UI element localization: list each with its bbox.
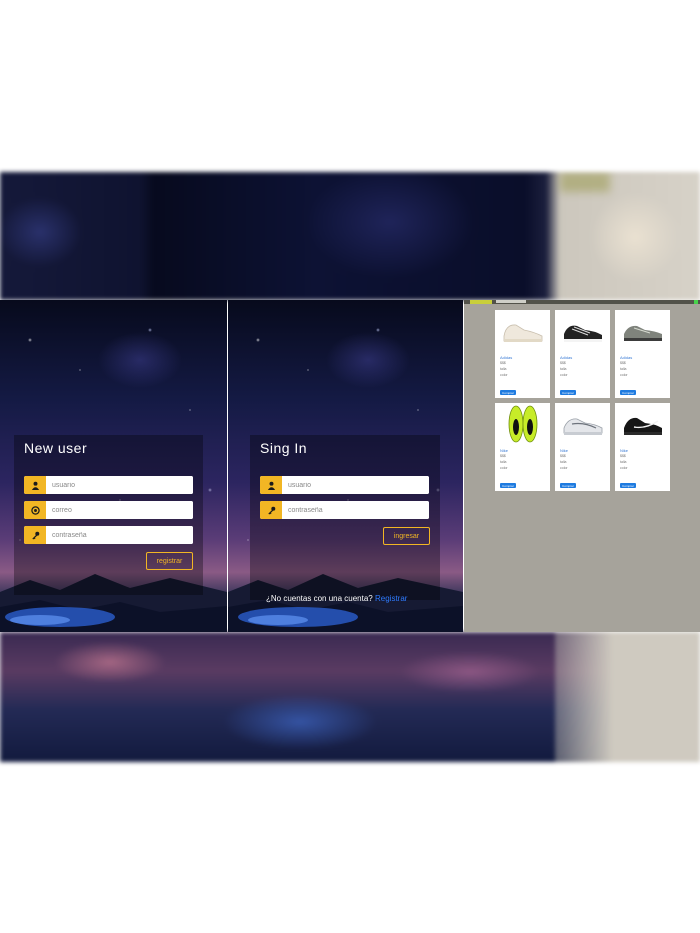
black-nike-sneaker-icon[interactable] bbox=[615, 403, 670, 445]
register-password-field bbox=[24, 526, 193, 544]
register-form: New user registrar bbox=[14, 435, 203, 595]
register-email-field bbox=[24, 501, 193, 519]
product-name[interactable]: Nike bbox=[620, 448, 670, 453]
login-panel: Sing In ingresar ¿No cuentas con una cue… bbox=[228, 300, 463, 632]
register-prompt-text: ¿No cuentas con una cuenta? bbox=[266, 594, 373, 603]
product-card: Adidas $$$ talla color Comprar bbox=[495, 310, 550, 398]
status-indicator bbox=[694, 300, 698, 304]
login-user-input[interactable] bbox=[282, 476, 429, 494]
register-email-input[interactable] bbox=[46, 501, 193, 519]
user-icon bbox=[24, 476, 46, 494]
product-price: $$$ bbox=[620, 361, 626, 365]
blurred-background-bottom bbox=[0, 632, 700, 762]
register-link[interactable]: Registrar bbox=[375, 594, 407, 603]
login-password-field bbox=[260, 501, 429, 519]
black-sneaker-icon[interactable] bbox=[555, 310, 610, 352]
register-prompt: ¿No cuentas con una cuenta? Registrar bbox=[266, 594, 407, 603]
product-card: Nike $$$ talla color Comprar bbox=[555, 403, 610, 491]
shop-panel: Adidas $$$ talla color Comprar Adidas $$… bbox=[464, 300, 700, 632]
product-name[interactable]: Nike bbox=[560, 448, 610, 453]
product-price: $$$ bbox=[500, 454, 506, 458]
product-size: talla bbox=[500, 460, 507, 464]
buy-button[interactable]: Comprar bbox=[500, 483, 516, 488]
blur-beige-area bbox=[555, 632, 700, 762]
shop-logo[interactable] bbox=[470, 300, 492, 304]
product-card: Adidas $$$ talla color Comprar bbox=[555, 310, 610, 398]
product-grid: Adidas $$$ talla color Comprar Adidas $$… bbox=[495, 310, 671, 491]
register-button[interactable]: registrar bbox=[146, 552, 193, 570]
product-price: $$$ bbox=[500, 361, 506, 365]
buy-button[interactable]: Comprar bbox=[620, 483, 636, 488]
product-size: talla bbox=[560, 367, 567, 371]
key-icon bbox=[260, 501, 282, 519]
shop-navbar bbox=[464, 300, 700, 304]
product-color: color bbox=[620, 466, 628, 470]
product-card: Nike $$$ talla color Comprar bbox=[615, 403, 670, 491]
product-color: color bbox=[560, 466, 568, 470]
product-name[interactable]: Adidas bbox=[620, 355, 670, 360]
blur-highlight bbox=[590, 192, 680, 282]
product-price: $$$ bbox=[560, 454, 566, 458]
register-password-input[interactable] bbox=[46, 526, 193, 544]
blur-accent bbox=[560, 172, 610, 192]
product-color: color bbox=[500, 373, 508, 377]
product-name[interactable]: Adidas bbox=[560, 355, 610, 360]
login-form: Sing In ingresar bbox=[250, 435, 440, 600]
product-color: color bbox=[560, 373, 568, 377]
register-panel: New user registrar bbox=[0, 300, 227, 632]
volt-sneakers-icon[interactable] bbox=[495, 403, 550, 445]
product-size: talla bbox=[560, 460, 567, 464]
product-price: $$$ bbox=[560, 361, 566, 365]
login-user-field bbox=[260, 476, 429, 494]
register-user-input[interactable] bbox=[46, 476, 193, 494]
at-icon bbox=[24, 501, 46, 519]
product-color: color bbox=[620, 373, 628, 377]
product-color: color bbox=[500, 466, 508, 470]
product-name[interactable]: Nike bbox=[500, 448, 550, 453]
product-name[interactable]: Adidas bbox=[500, 355, 550, 360]
user-icon bbox=[260, 476, 282, 494]
login-title: Sing In bbox=[260, 440, 308, 456]
product-size: talla bbox=[620, 460, 627, 464]
buy-button[interactable]: Comprar bbox=[560, 390, 576, 395]
login-button[interactable]: ingresar bbox=[383, 527, 430, 545]
grey-sneaker-icon[interactable] bbox=[615, 310, 670, 352]
buy-button[interactable]: Comprar bbox=[500, 390, 516, 395]
product-card: Adidas $$$ talla color Comprar bbox=[615, 310, 670, 398]
register-user-field bbox=[24, 476, 193, 494]
shop-nav-link[interactable] bbox=[496, 300, 526, 303]
buy-button[interactable]: Comprar bbox=[620, 390, 636, 395]
product-card: Nike $$$ talla color Comprar bbox=[495, 403, 550, 491]
login-password-input[interactable] bbox=[282, 501, 429, 519]
white-sneaker-icon[interactable] bbox=[495, 310, 550, 352]
product-size: talla bbox=[500, 367, 507, 371]
product-size: talla bbox=[620, 367, 627, 371]
register-title: New user bbox=[24, 440, 88, 456]
buy-button[interactable]: Comprar bbox=[560, 483, 576, 488]
blurred-background-top bbox=[0, 172, 700, 300]
product-price: $$$ bbox=[620, 454, 626, 458]
white-grey-sneaker-icon[interactable] bbox=[555, 403, 610, 445]
key-icon bbox=[24, 526, 46, 544]
